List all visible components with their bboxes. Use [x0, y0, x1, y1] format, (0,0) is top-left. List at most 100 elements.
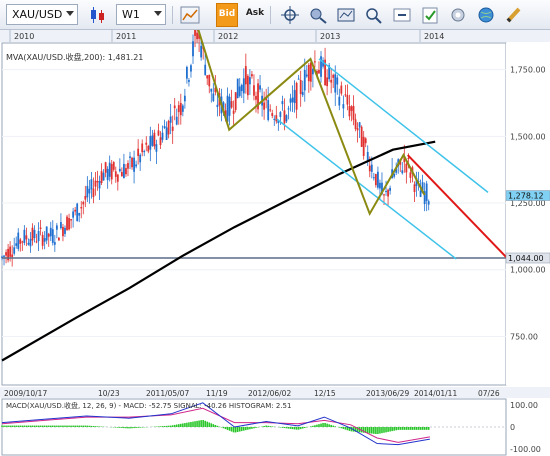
candle-body [208, 74, 211, 87]
candle-body [62, 226, 64, 237]
top-time-axis [0, 30, 550, 42]
candle-body [287, 108, 290, 110]
candle-body [141, 143, 144, 153]
indicators-button[interactable] [306, 4, 330, 26]
candle-body [385, 191, 387, 193]
candle-body [120, 172, 123, 177]
bottom-axis-label: 2009/10/17 [4, 389, 47, 398]
candle-body [102, 172, 105, 181]
chevron-down-icon [66, 11, 74, 16]
bottom-axis-label: 10/23 [98, 389, 120, 398]
templates-icon [422, 7, 438, 24]
candle-body [279, 112, 282, 117]
candle-body [72, 211, 75, 218]
candle-body [133, 157, 135, 172]
candle-body [259, 85, 261, 90]
zoom-out-icon [393, 8, 411, 22]
candle-body [106, 168, 109, 181]
candle-body [240, 84, 243, 92]
candle-body [301, 91, 304, 96]
candle-body [334, 74, 337, 93]
settings-button[interactable] [446, 4, 470, 26]
candle-body [289, 98, 292, 103]
candle-body [293, 90, 296, 104]
bottom-axis-label: 2014/01/11 [414, 389, 457, 398]
bid-button[interactable]: Bid [216, 3, 238, 27]
candle-body [210, 88, 213, 92]
zoom-button[interactable] [362, 4, 386, 26]
bottom-axis-label: 2012/06/02 [248, 389, 291, 398]
candle-body [318, 69, 320, 74]
candle-body [364, 138, 367, 144]
candle-body [212, 93, 215, 101]
candle-body [362, 136, 365, 157]
candle-body [47, 233, 50, 237]
candle-body [53, 242, 56, 245]
candle-body [84, 195, 87, 200]
candle-body [135, 164, 138, 167]
candle-body [275, 115, 278, 122]
templates-button[interactable] [418, 4, 442, 26]
candle-body [9, 246, 12, 257]
top-axis-label: 2011 [116, 32, 136, 41]
candle-body [314, 61, 316, 63]
symbol-select[interactable]: XAU/USD [6, 4, 78, 25]
candle-body [358, 122, 361, 128]
candle-body [64, 227, 66, 234]
candle-body [226, 95, 229, 122]
candle-body [57, 237, 60, 241]
price-axis-label: 750.00 [510, 332, 538, 341]
line-chart-button[interactable] [178, 4, 202, 26]
pencil-button[interactable] [502, 4, 526, 26]
candle-body [137, 148, 140, 157]
candle-body [25, 235, 28, 240]
candle-body [230, 101, 233, 108]
candle-body [368, 165, 371, 172]
globe-button[interactable] [474, 4, 498, 26]
candle-body [271, 113, 274, 116]
candle-body [151, 135, 154, 146]
candle-body [192, 41, 194, 57]
candle-body [129, 156, 131, 158]
candle-body [303, 69, 306, 91]
candle-body [55, 225, 58, 230]
candle-body [372, 177, 375, 179]
candle-body [11, 254, 14, 258]
candle-body [236, 78, 239, 99]
candle-body [80, 207, 83, 209]
candle-body [204, 64, 207, 75]
crosshair-button[interactable] [278, 4, 302, 26]
candle-body [5, 252, 7, 256]
candle-body [92, 188, 95, 197]
candle-body [19, 239, 22, 244]
candle-body [190, 65, 192, 72]
bottom-axis-label: 12/15 [314, 389, 336, 398]
chart-type-button[interactable] [86, 4, 110, 26]
candle-body [401, 170, 404, 174]
candle-body [309, 62, 312, 82]
candle-body [165, 127, 168, 141]
candle-body [153, 132, 156, 147]
zoom-out-button[interactable] [390, 4, 414, 26]
top-axis-label: 2010 [14, 32, 34, 41]
chart-toolbar: XAU/USD W1 Bid Ask [0, 0, 550, 30]
price-tag-label: 1,044.00 [508, 254, 544, 263]
candle-body [33, 229, 36, 239]
candle-body [389, 187, 391, 191]
chevron-down-icon [154, 11, 162, 16]
candle-body [110, 164, 113, 180]
candle-body [37, 230, 40, 242]
timeframe-select[interactable]: W1 [116, 4, 166, 25]
drawing-tools-button[interactable] [334, 4, 358, 26]
candle-body [246, 75, 249, 96]
ask-button[interactable]: Ask [244, 3, 266, 27]
candle-body [78, 213, 81, 216]
candle-body [360, 126, 363, 147]
candle-body [419, 190, 422, 197]
globe-icon [478, 7, 494, 23]
candle-body [186, 66, 188, 79]
candle-body [200, 45, 203, 58]
candle-body [179, 102, 182, 116]
candle-body [295, 83, 298, 110]
candle-body [127, 163, 129, 169]
